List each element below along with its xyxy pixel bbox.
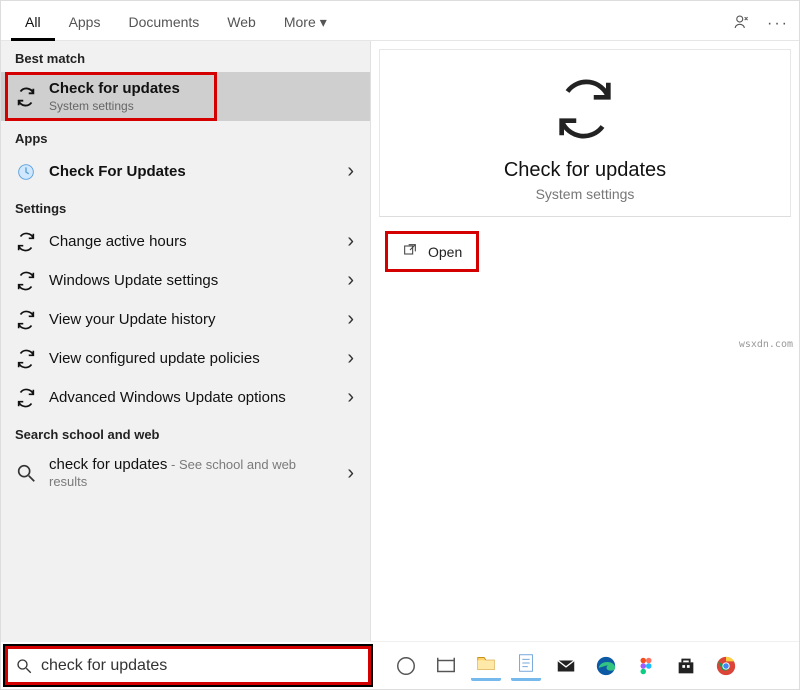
tab-more[interactable]: More▾ [270, 6, 341, 41]
watermark: wsxdn.com [739, 339, 793, 350]
sync-icon [15, 309, 37, 331]
sync-icon [15, 270, 37, 292]
chevron-right-icon: › [347, 160, 354, 183]
store-icon[interactable] [671, 651, 701, 681]
open-button[interactable]: Open [385, 231, 479, 272]
search-input[interactable] [41, 657, 361, 675]
chevron-right-icon: › [347, 308, 354, 331]
sync-icon [550, 74, 620, 147]
chevron-right-icon: › [347, 230, 354, 253]
result-view-update-history[interactable]: View your Update history › [1, 300, 370, 339]
notepad-icon[interactable] [511, 651, 541, 681]
tab-all[interactable]: All [11, 6, 55, 41]
result-title: View your Update history [49, 311, 335, 328]
tab-web[interactable]: Web [213, 6, 270, 41]
chevron-right-icon: › [347, 269, 354, 292]
result-title: Windows Update settings [49, 272, 335, 289]
sync-icon [15, 348, 37, 370]
result-title: Check For Updates [49, 163, 335, 180]
chevron-right-icon: › [347, 386, 354, 409]
more-options-icon[interactable]: ··· [767, 15, 789, 33]
app-icon [15, 161, 37, 183]
tab-documents[interactable]: Documents [114, 6, 213, 41]
result-subtitle: System settings [49, 99, 356, 113]
result-best-match[interactable]: Check for updates System settings [1, 72, 370, 121]
edge-icon[interactable] [591, 651, 621, 681]
result-web-search[interactable]: check for updates - See school and web r… [1, 448, 370, 498]
preview-panel: Check for updates System settings Open w… [371, 41, 799, 641]
section-school-web: Search school and web [1, 417, 370, 448]
preview-title: Check for updates [504, 159, 666, 182]
search-icon [15, 462, 37, 484]
sync-icon [15, 86, 37, 108]
result-title: Advanced Windows Update options [49, 389, 335, 406]
result-title: View configured update policies [49, 350, 335, 367]
chevron-down-icon: ▾ [320, 14, 327, 30]
result-title: check for updates - See school and web r… [49, 456, 335, 490]
section-best-match: Best match [1, 41, 370, 72]
preview-header: Check for updates System settings [379, 49, 791, 217]
result-app-check-for-updates[interactable]: Check For Updates › [1, 152, 370, 191]
section-settings: Settings [1, 191, 370, 222]
result-title: Check for updates [49, 80, 356, 97]
result-view-configured-policies[interactable]: View configured update policies › [1, 339, 370, 378]
search-box[interactable] [3, 644, 373, 687]
search-icon [15, 657, 33, 675]
cortana-icon[interactable] [391, 651, 421, 681]
explorer-icon[interactable] [471, 651, 501, 681]
taskbar [375, 642, 799, 689]
chrome-icon[interactable] [711, 651, 741, 681]
result-advanced-update-options[interactable]: Advanced Windows Update options › [1, 378, 370, 417]
figma-icon[interactable] [631, 651, 661, 681]
open-label: Open [428, 244, 462, 260]
result-windows-update-settings[interactable]: Windows Update settings › [1, 261, 370, 300]
mail-icon[interactable] [551, 651, 581, 681]
chevron-right-icon: › [347, 462, 354, 485]
section-apps: Apps [1, 121, 370, 152]
preview-subtitle: System settings [536, 186, 635, 202]
result-change-active-hours[interactable]: Change active hours › [1, 222, 370, 261]
task-view-icon[interactable] [431, 651, 461, 681]
sync-icon [15, 231, 37, 253]
feedback-icon[interactable] [733, 13, 751, 34]
sync-icon [15, 387, 37, 409]
results-panel: Best match Check for updates System sett… [1, 41, 371, 641]
search-filter-tabs: All Apps Documents Web More▾ ··· [1, 1, 799, 41]
open-icon [402, 242, 418, 261]
chevron-right-icon: › [347, 347, 354, 370]
tab-apps[interactable]: Apps [55, 6, 115, 41]
result-title: Change active hours [49, 233, 335, 250]
